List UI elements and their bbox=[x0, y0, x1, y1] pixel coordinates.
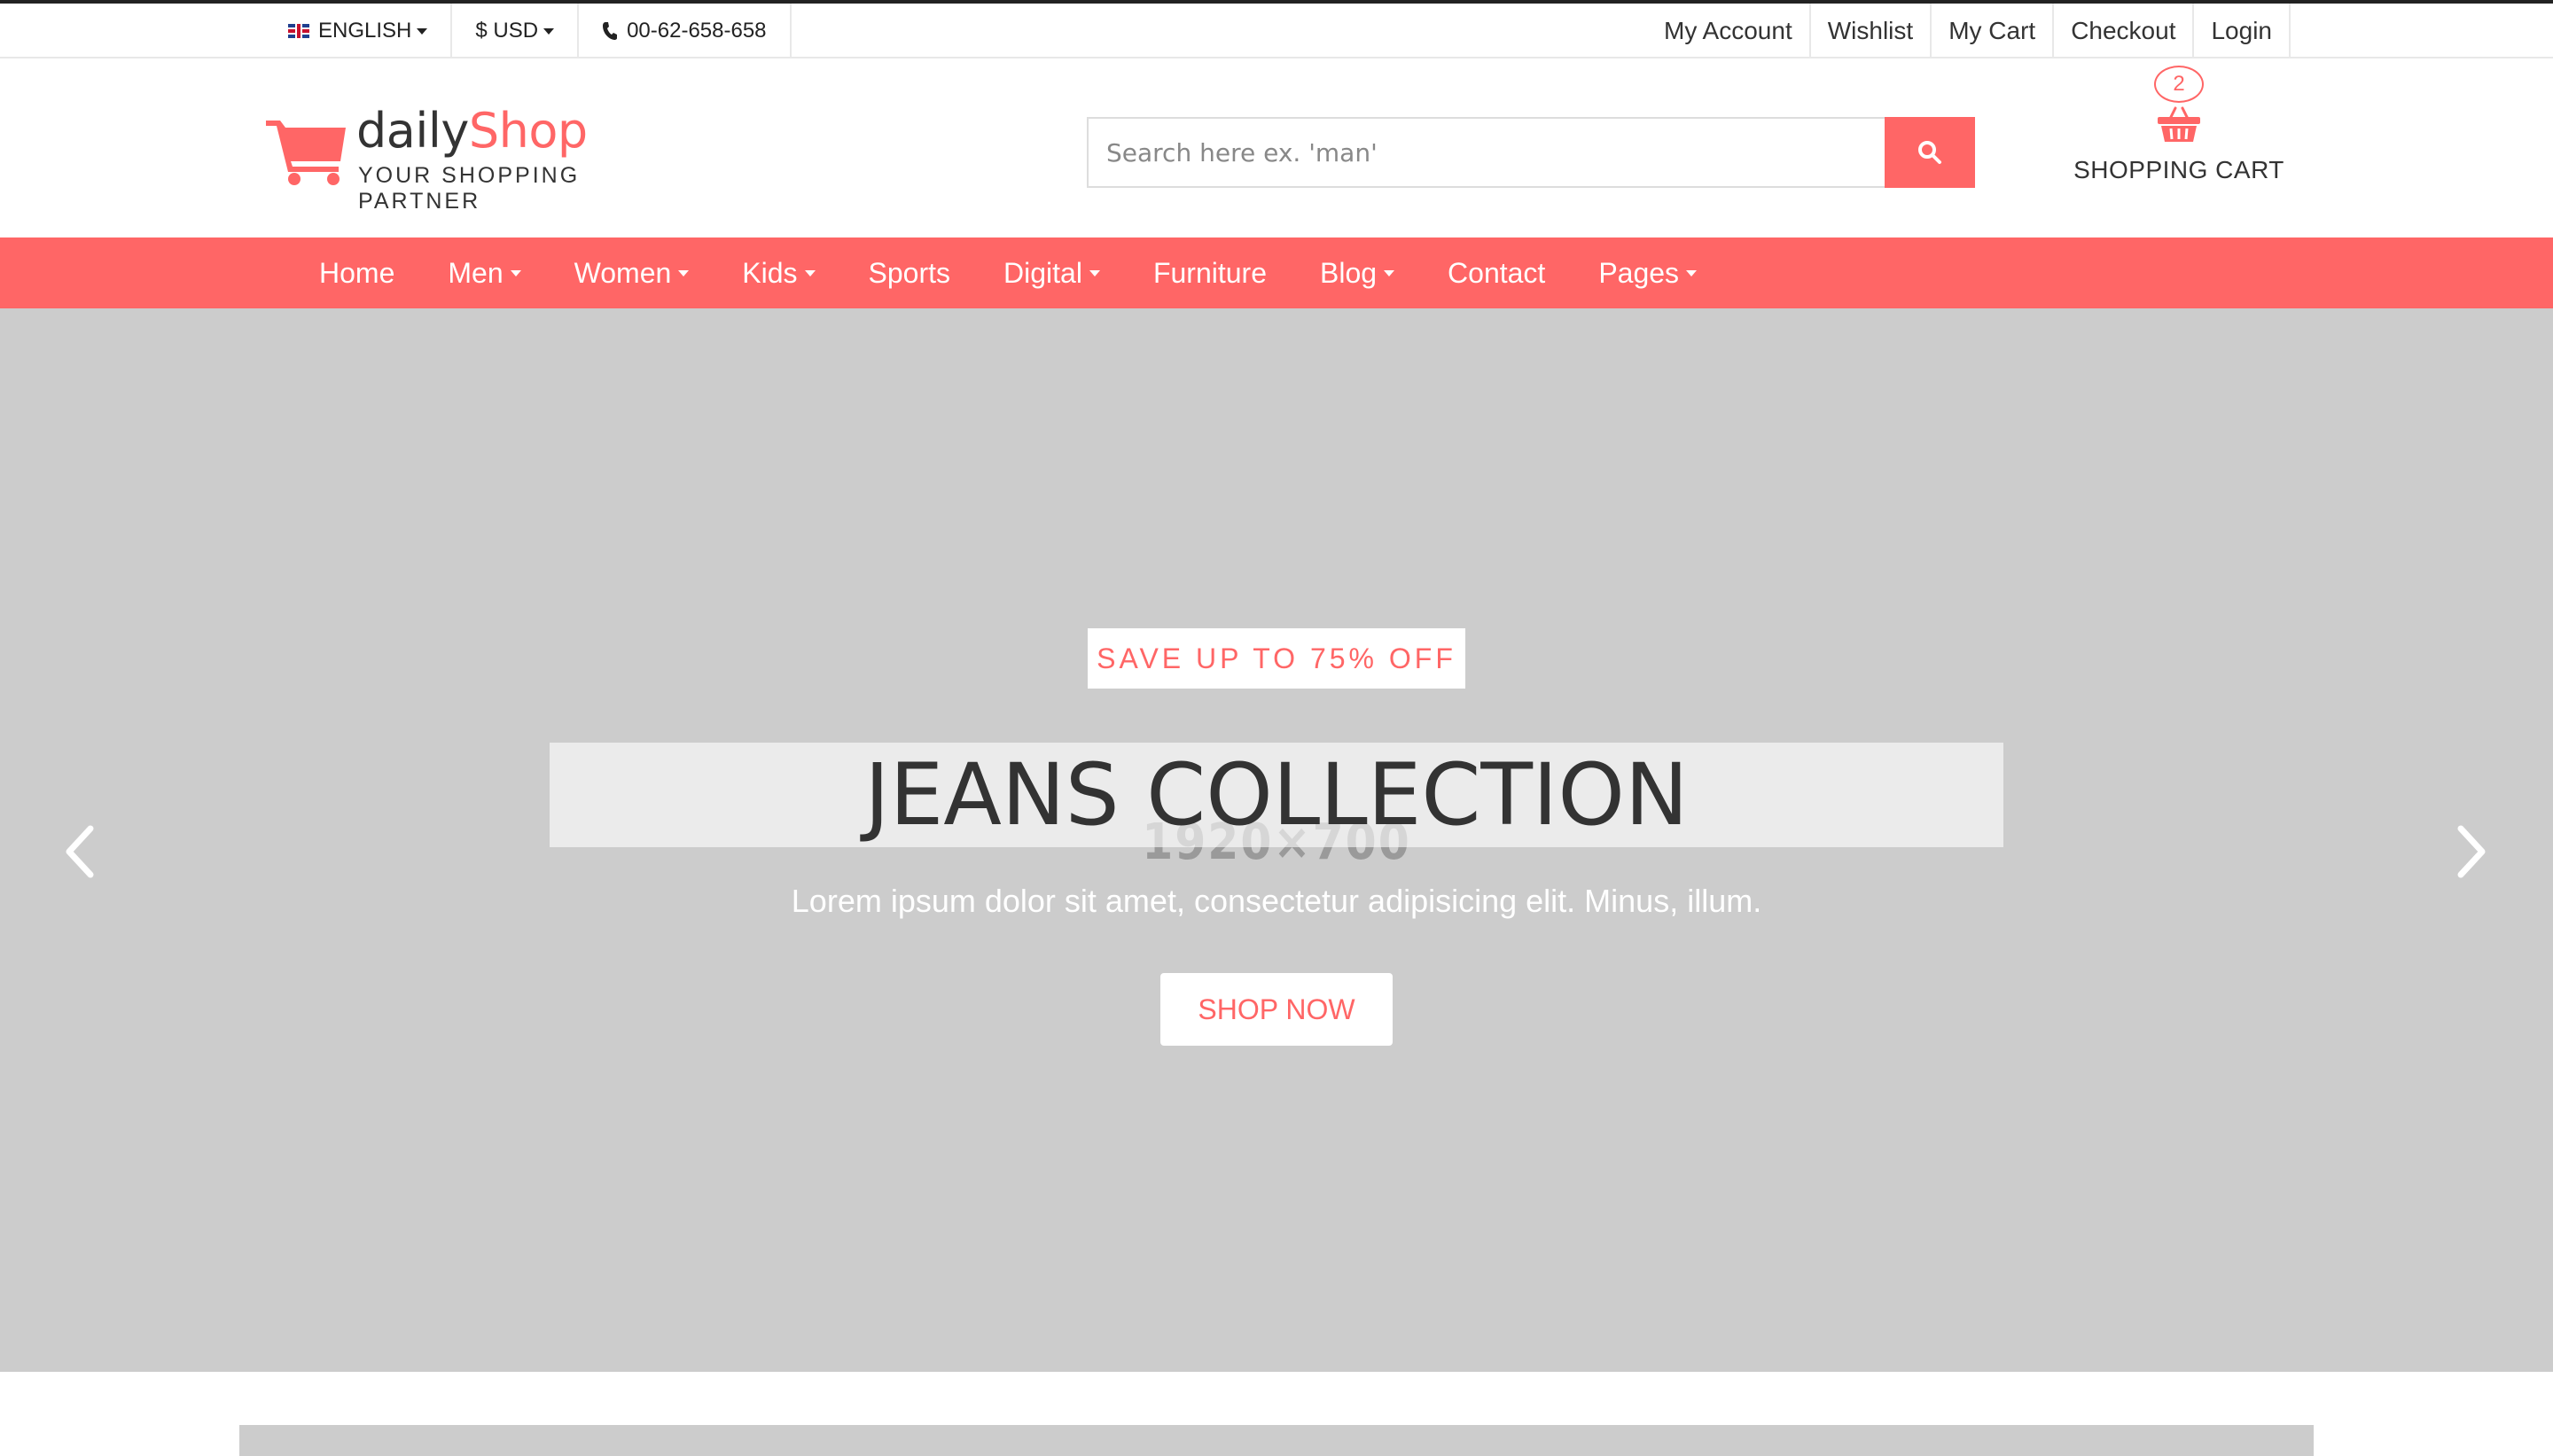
nav-item-pages[interactable]: Pages bbox=[1572, 237, 1723, 308]
search-form bbox=[1087, 117, 1975, 188]
site-logo[interactable]: dailyShop YOUR SHOPPING PARTNER bbox=[264, 103, 707, 214]
search-input[interactable] bbox=[1087, 117, 1886, 188]
language-label: ENGLISH bbox=[318, 19, 412, 43]
language-selector[interactable]: ENGLISH bbox=[266, 4, 453, 58]
search-button[interactable] bbox=[1885, 117, 1975, 188]
phone-icon bbox=[603, 22, 618, 40]
nav-item-digital[interactable]: Digital bbox=[977, 237, 1127, 308]
nav-item-label: Digital bbox=[1003, 256, 1082, 289]
nav-item-label: Furniture bbox=[1152, 256, 1267, 289]
chevron-down-icon bbox=[678, 269, 690, 276]
uk-flag-icon bbox=[288, 24, 309, 38]
logo-primary: daily bbox=[356, 103, 469, 159]
site-header: dailyShop YOUR SHOPPING PARTNER 2 SHOPPI… bbox=[0, 58, 2553, 237]
nav-item-label: Sports bbox=[868, 256, 951, 289]
shopping-cart-logo-icon bbox=[266, 121, 346, 185]
account-links: My Account Wishlist My Cart Checkout Log… bbox=[1647, 4, 2291, 58]
nav-item-contact[interactable]: Contact bbox=[1421, 237, 1572, 308]
nav-item-label: Pages bbox=[1598, 256, 1680, 289]
nav-item-label: Men bbox=[448, 256, 504, 289]
content-banner-placeholder bbox=[239, 1425, 2314, 1456]
chevron-down-icon bbox=[1384, 269, 1395, 276]
currency-selector[interactable]: $ USD bbox=[452, 4, 580, 58]
cart-count-badge: 2 bbox=[2154, 66, 2204, 103]
login-link[interactable]: Login bbox=[2194, 4, 2291, 58]
nav-item-furniture[interactable]: Furniture bbox=[1127, 237, 1293, 308]
nav-item-label: Women bbox=[574, 256, 672, 289]
shopping-cart[interactable]: 2 SHOPPING CART bbox=[2064, 66, 2294, 199]
slider-next-button[interactable] bbox=[2450, 821, 2493, 883]
nav-item-label: Kids bbox=[742, 256, 798, 289]
nav-item-men[interactable]: Men bbox=[421, 237, 547, 308]
nav-item-blog[interactable]: Blog bbox=[1293, 237, 1421, 308]
hero-slider: 1920×700 SAVE UP TO 75% OFF JEANS COLLEC… bbox=[0, 308, 2553, 1372]
phone-number: 00-62-658-658 bbox=[627, 19, 767, 43]
logo-tagline: YOUR SHOPPING PARTNER bbox=[358, 163, 581, 214]
logo-wordmark: dailyShop bbox=[356, 103, 588, 159]
checkout-link[interactable]: Checkout bbox=[2054, 4, 2195, 58]
nav-item-label: Contact bbox=[1448, 256, 1546, 289]
top-bar: ENGLISH $ USD 00-62-658-658 My Account W… bbox=[0, 0, 2553, 58]
hero-subline: Lorem ipsum dolor sit amet, consectetur … bbox=[791, 883, 1762, 919]
logo-accent: Shop bbox=[468, 103, 588, 159]
nav-item-home[interactable]: Home bbox=[293, 237, 421, 308]
nav-item-women[interactable]: Women bbox=[548, 237, 716, 308]
top-bar-left: ENGLISH $ USD 00-62-658-658 bbox=[266, 4, 792, 58]
main-nav: Home Men Women Kids Sports Digital Furni… bbox=[0, 237, 2553, 308]
phone-contact: 00-62-658-658 bbox=[579, 4, 792, 58]
chevron-down-icon bbox=[417, 27, 428, 35]
chevron-down-icon bbox=[1089, 269, 1100, 276]
chevron-down-icon bbox=[1686, 269, 1698, 276]
chevron-down-icon bbox=[804, 269, 816, 276]
nav-item-label: Home bbox=[319, 256, 395, 289]
wishlist-link[interactable]: Wishlist bbox=[1811, 4, 1932, 58]
nav-item-label: Blog bbox=[1319, 256, 1378, 289]
hero-headline: JEANS COLLECTION bbox=[864, 745, 1689, 845]
cart-label: SHOPPING CART bbox=[2073, 156, 2284, 183]
currency-label: $ USD bbox=[475, 19, 539, 43]
chevron-down-icon bbox=[543, 27, 555, 35]
chevron-left-icon bbox=[66, 825, 94, 878]
shop-now-button[interactable]: SHOP NOW bbox=[1160, 973, 1393, 1046]
promo-label: SAVE UP TO 75% OFF bbox=[1088, 628, 1465, 689]
nav-item-sports[interactable]: Sports bbox=[842, 237, 977, 308]
chevron-right-icon bbox=[2457, 825, 2486, 878]
my-cart-link[interactable]: My Cart bbox=[1932, 4, 2055, 58]
search-icon bbox=[1918, 141, 1941, 164]
basket-icon bbox=[2158, 106, 2200, 142]
nav-item-kids[interactable]: Kids bbox=[715, 237, 841, 308]
chevron-down-icon bbox=[510, 269, 521, 276]
slider-prev-button[interactable] bbox=[59, 821, 101, 883]
my-account-link[interactable]: My Account bbox=[1647, 4, 1811, 58]
main-nav-list: Home Men Women Kids Sports Digital Furni… bbox=[293, 237, 1723, 308]
